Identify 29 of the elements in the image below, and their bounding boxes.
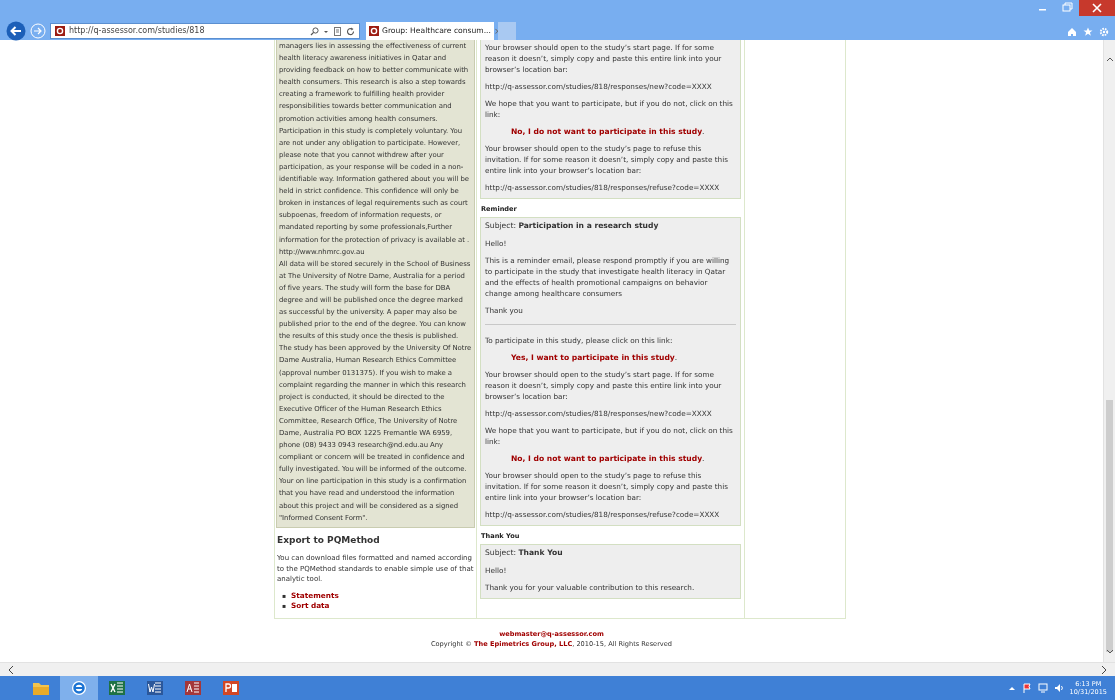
refresh-icon[interactable] (346, 26, 355, 36)
address-bar[interactable]: http://q-assessor.com/studies/818 (50, 23, 360, 39)
scroll-left-icon[interactable] (6, 664, 16, 675)
vertical-scrollbar[interactable] (1103, 40, 1115, 662)
home-icon[interactable] (1067, 27, 1077, 37)
back-button-icon[interactable] (6, 21, 26, 41)
network-icon[interactable] (1037, 683, 1048, 693)
taskbar-app-button[interactable] (60, 676, 98, 700)
slides-app-icon (221, 678, 241, 698)
scroll-right-icon[interactable] (1099, 664, 1109, 675)
database-app-icon (183, 678, 203, 698)
tray-expand-icon[interactable] (1007, 684, 1016, 692)
flag-icon[interactable] (1021, 683, 1032, 693)
favicon-icon (55, 26, 65, 36)
browser-icon (69, 678, 89, 698)
speaker-icon[interactable] (1053, 683, 1064, 693)
forward-button-icon[interactable] (30, 23, 46, 39)
search-icon[interactable] (310, 26, 319, 36)
scrollbar-thumb[interactable] (1106, 400, 1113, 652)
favicon-icon (369, 26, 379, 36)
spreadsheet-app-icon (107, 678, 127, 698)
star-icon[interactable] (1083, 27, 1093, 37)
horizontal-scrollbar[interactable] (0, 662, 1115, 676)
document-app-icon (145, 678, 165, 698)
section-heading: Export to PQMethod (277, 533, 381, 547)
page-icon[interactable] (333, 26, 342, 36)
address-url: http://q-assessor.com/studies/818 (69, 25, 206, 37)
close-icon[interactable] (1079, 0, 1115, 16)
settings-icon[interactable] (1099, 27, 1109, 37)
